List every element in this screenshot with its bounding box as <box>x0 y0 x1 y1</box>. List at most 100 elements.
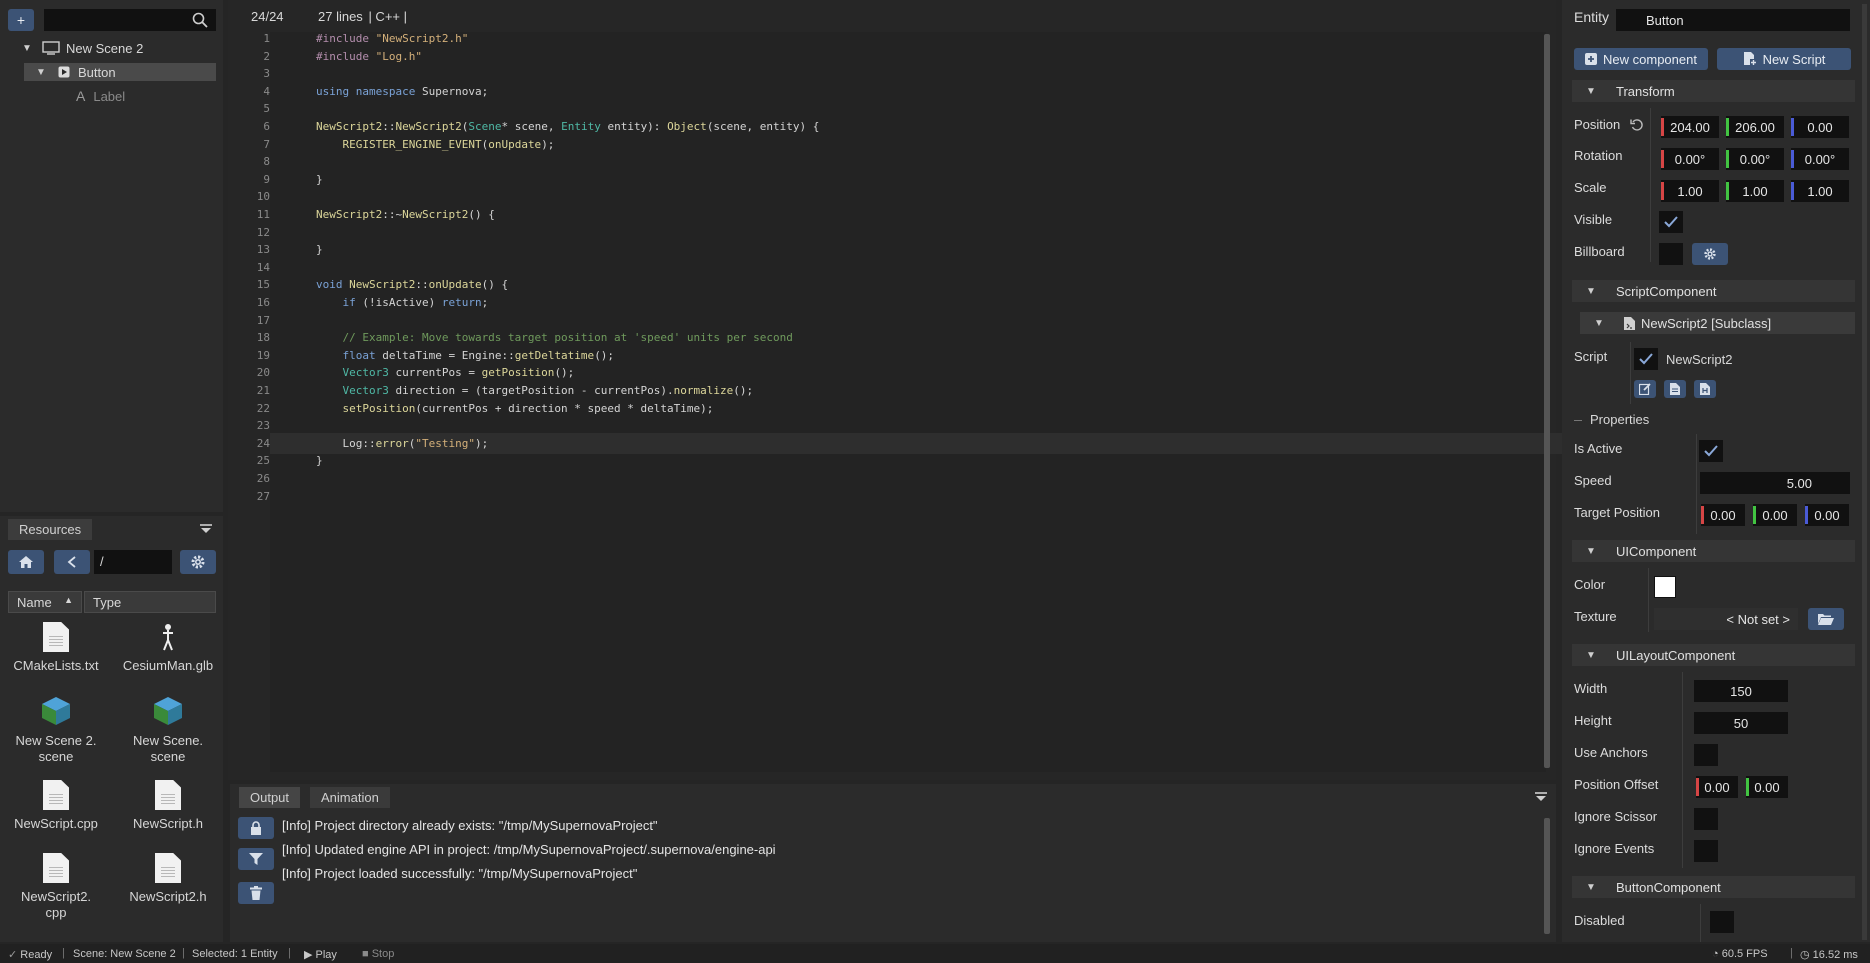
scale-x-field[interactable]: 1.00 <box>1661 180 1719 202</box>
edit-icon <box>1639 383 1651 395</box>
file-cesiumman[interactable]: CesiumMan.glb <box>112 622 224 674</box>
position-y-field[interactable]: 206.00 <box>1726 116 1784 138</box>
color-swatch[interactable] <box>1654 576 1676 598</box>
home-button[interactable] <box>8 550 44 574</box>
code-area[interactable]: 1 #include "NewScript2.h" 2 #include "Log.h… <box>257 32 1575 772</box>
code-line[interactable]: 27 <box>257 486 1575 507</box>
visible-checkbox[interactable] <box>1659 211 1683 233</box>
scene-icon <box>152 695 184 727</box>
clear-log-button[interactable] <box>238 882 274 904</box>
filter-button[interactable] <box>238 848 274 870</box>
inspector-scrollbar[interactable] <box>1862 4 1867 940</box>
width-field[interactable]: 150 <box>1694 680 1788 702</box>
tree-item-button[interactable]: ▼ Button <box>24 63 216 81</box>
rotation-y-field[interactable]: 0.00° <box>1726 148 1784 170</box>
scale-z-field[interactable]: 1.00 <box>1791 180 1849 202</box>
path-input[interactable]: / <box>94 550 172 574</box>
new-script-button[interactable]: New Script <box>1717 48 1851 70</box>
section-transform[interactable]: ▼ Transform <box>1572 80 1855 102</box>
speed-field[interactable]: 5.00 <box>1700 472 1850 494</box>
offset-y-field[interactable]: 0.00 <box>1746 776 1788 798</box>
section-ui-layout-component[interactable]: ▼ UILayoutComponent <box>1572 644 1855 666</box>
position-x-field[interactable]: 204.00 <box>1661 116 1719 138</box>
home-icon <box>19 556 33 568</box>
height-field[interactable]: 50 <box>1694 712 1788 734</box>
target-z-field[interactable]: 0.00 <box>1805 504 1849 526</box>
header-file-icon <box>1700 383 1710 395</box>
script-subclass-header[interactable]: ▼ NewScript2 [Subclass] <box>1580 312 1855 334</box>
play-button[interactable]: ▶ Play <box>304 948 337 961</box>
back-button[interactable] <box>54 550 90 574</box>
tree-item-scene[interactable]: ▼ New Scene 2 <box>20 39 216 57</box>
file-newscript-cpp[interactable]: NewScript.cpp <box>0 780 112 832</box>
text-icon: A <box>76 88 86 104</box>
position-z-field[interactable]: 0.00 <box>1791 116 1849 138</box>
file-new-scene[interactable]: New Scene. scene <box>112 695 224 765</box>
billboard-settings-button[interactable] <box>1692 243 1728 265</box>
panel-menu-icon[interactable] <box>198 522 214 536</box>
browse-texture-button[interactable] <box>1808 608 1844 630</box>
column-header-name[interactable]: Name ▲ <box>8 591 82 613</box>
collapse-triangle-icon[interactable]: ▼ <box>34 67 48 78</box>
offset-x-field[interactable]: 0.00 <box>1696 776 1738 798</box>
filter-icon <box>249 853 263 865</box>
lock-scroll-button[interactable] <box>238 817 274 839</box>
disabled-checkbox[interactable] <box>1710 911 1734 933</box>
add-entity-button[interactable]: + <box>8 9 34 31</box>
open-source-button[interactable] <box>1664 380 1686 398</box>
texture-label: Texture <box>1574 609 1617 624</box>
use-anchors-checkbox[interactable] <box>1694 744 1718 766</box>
line-number: 27 <box>256 489 270 503</box>
section-ui-component[interactable]: ▼ UIComponent <box>1572 540 1855 562</box>
play-icon: ▶ <box>304 949 313 961</box>
panel-menu-icon[interactable] <box>1533 790 1549 804</box>
ignore-scissor-checkbox[interactable] <box>1694 808 1718 830</box>
properties-heading: Properties <box>1590 412 1650 427</box>
target-x-field[interactable]: 0.00 <box>1701 504 1745 526</box>
new-component-button[interactable]: New component <box>1574 48 1708 70</box>
entity-name-input[interactable]: Button <box>1616 9 1850 31</box>
section-script-component[interactable]: ▼ ScriptComponent <box>1572 280 1855 302</box>
editor-scrollbar[interactable] <box>1544 34 1550 768</box>
file-cmakelists[interactable]: CMakeLists.txt <box>0 622 112 674</box>
collapse-triangle-icon: ▼ <box>1586 649 1596 661</box>
scale-y-field[interactable]: 1.00 <box>1726 180 1784 202</box>
divider: | <box>288 947 291 959</box>
tab-output[interactable]: Output <box>239 787 301 808</box>
is-active-checkbox[interactable] <box>1699 440 1723 462</box>
rotation-label: Rotation <box>1574 148 1623 163</box>
divider: | <box>1790 947 1793 959</box>
resources-settings-button[interactable] <box>180 550 216 574</box>
column-header-type[interactable]: Type <box>84 591 216 613</box>
divider <box>1682 672 1683 868</box>
ignore-events-label: Ignore Events <box>1574 841 1655 856</box>
file-newscript2-cpp[interactable]: NewScript2. cpp <box>0 853 112 921</box>
rotation-z-field[interactable]: 0.00° <box>1791 148 1849 170</box>
reset-icon[interactable] <box>1630 118 1644 135</box>
section-button-component[interactable]: ▼ ButtonComponent <box>1572 876 1855 898</box>
script-label: Script <box>1574 349 1608 364</box>
file-newscript2-h[interactable]: NewScript2.h <box>112 853 224 905</box>
output-scrollbar[interactable] <box>1544 818 1550 934</box>
ignore-events-checkbox[interactable] <box>1694 840 1718 862</box>
collapse-triangle-icon[interactable]: ▼ <box>20 43 34 54</box>
edit-script-button[interactable] <box>1634 380 1656 398</box>
tab-resources[interactable]: Resources <box>8 519 93 540</box>
file-new-scene-2[interactable]: New Scene 2. scene <box>0 695 112 765</box>
add-box-icon <box>1585 53 1598 65</box>
tab-animation[interactable]: Animation <box>310 787 390 808</box>
script-enabled-checkbox[interactable] <box>1634 348 1658 370</box>
position-label: Position <box>1574 117 1621 132</box>
collapse-triangle-icon: ▼ <box>1586 881 1596 893</box>
stop-button[interactable]: ■ Stop <box>362 948 394 960</box>
editor-cursor-position: 24/24 <box>251 9 284 24</box>
collapse-triangle-icon: ▼ <box>1586 545 1596 557</box>
file-newscript-h[interactable]: NewScript.h <box>112 780 224 832</box>
script-file-icon <box>1624 316 1635 330</box>
billboard-checkbox[interactable] <box>1659 243 1683 265</box>
tree-item-label[interactable]: A Label <box>76 87 216 105</box>
open-header-button[interactable] <box>1694 380 1716 398</box>
rotation-x-field[interactable]: 0.00° <box>1661 148 1719 170</box>
texture-field[interactable]: < Not set > <box>1654 608 1798 630</box>
target-y-field[interactable]: 0.00 <box>1753 504 1797 526</box>
